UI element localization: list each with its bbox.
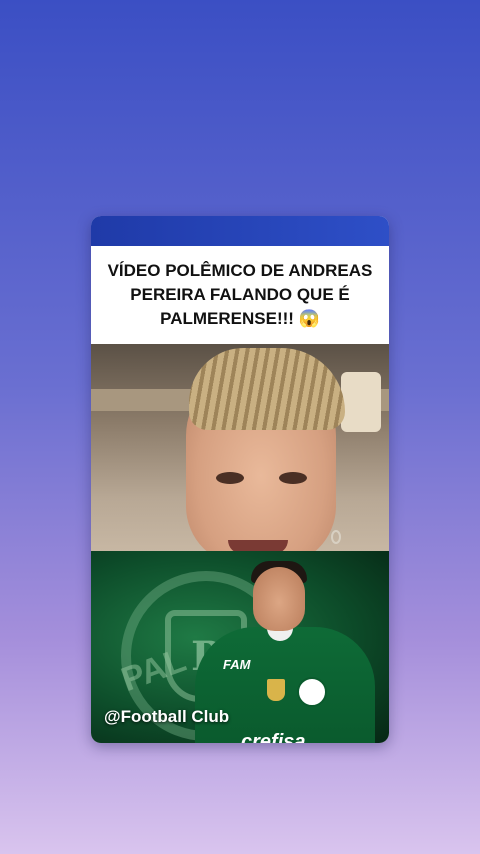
player-hair <box>189 348 345 430</box>
account-watermark: @Football Club <box>104 707 230 726</box>
background-lamp <box>341 372 381 432</box>
post-card[interactable]: VÍDEO POLÊMICO DE ANDREAS PEREIRA FALAND… <box>91 216 389 743</box>
video-thumbnail[interactable] <box>91 344 389 565</box>
sponsor-top-text: FAM <box>223 657 251 672</box>
player-face-promo <box>253 567 305 631</box>
earring <box>331 530 341 544</box>
sponsor-chest-text: crefisa <box>241 731 306 743</box>
headline-box: VÍDEO POLÊMICO DE ANDREAS PEREIRA FALAND… <box>91 246 389 344</box>
gold-badge-icon <box>267 679 285 701</box>
left-eye <box>216 472 244 484</box>
right-eye <box>279 472 307 484</box>
card-top-bar <box>91 216 389 246</box>
club-badge-icon <box>297 677 327 707</box>
headline-text: VÍDEO POLÊMICO DE ANDREAS PEREIRA FALAND… <box>107 261 373 328</box>
